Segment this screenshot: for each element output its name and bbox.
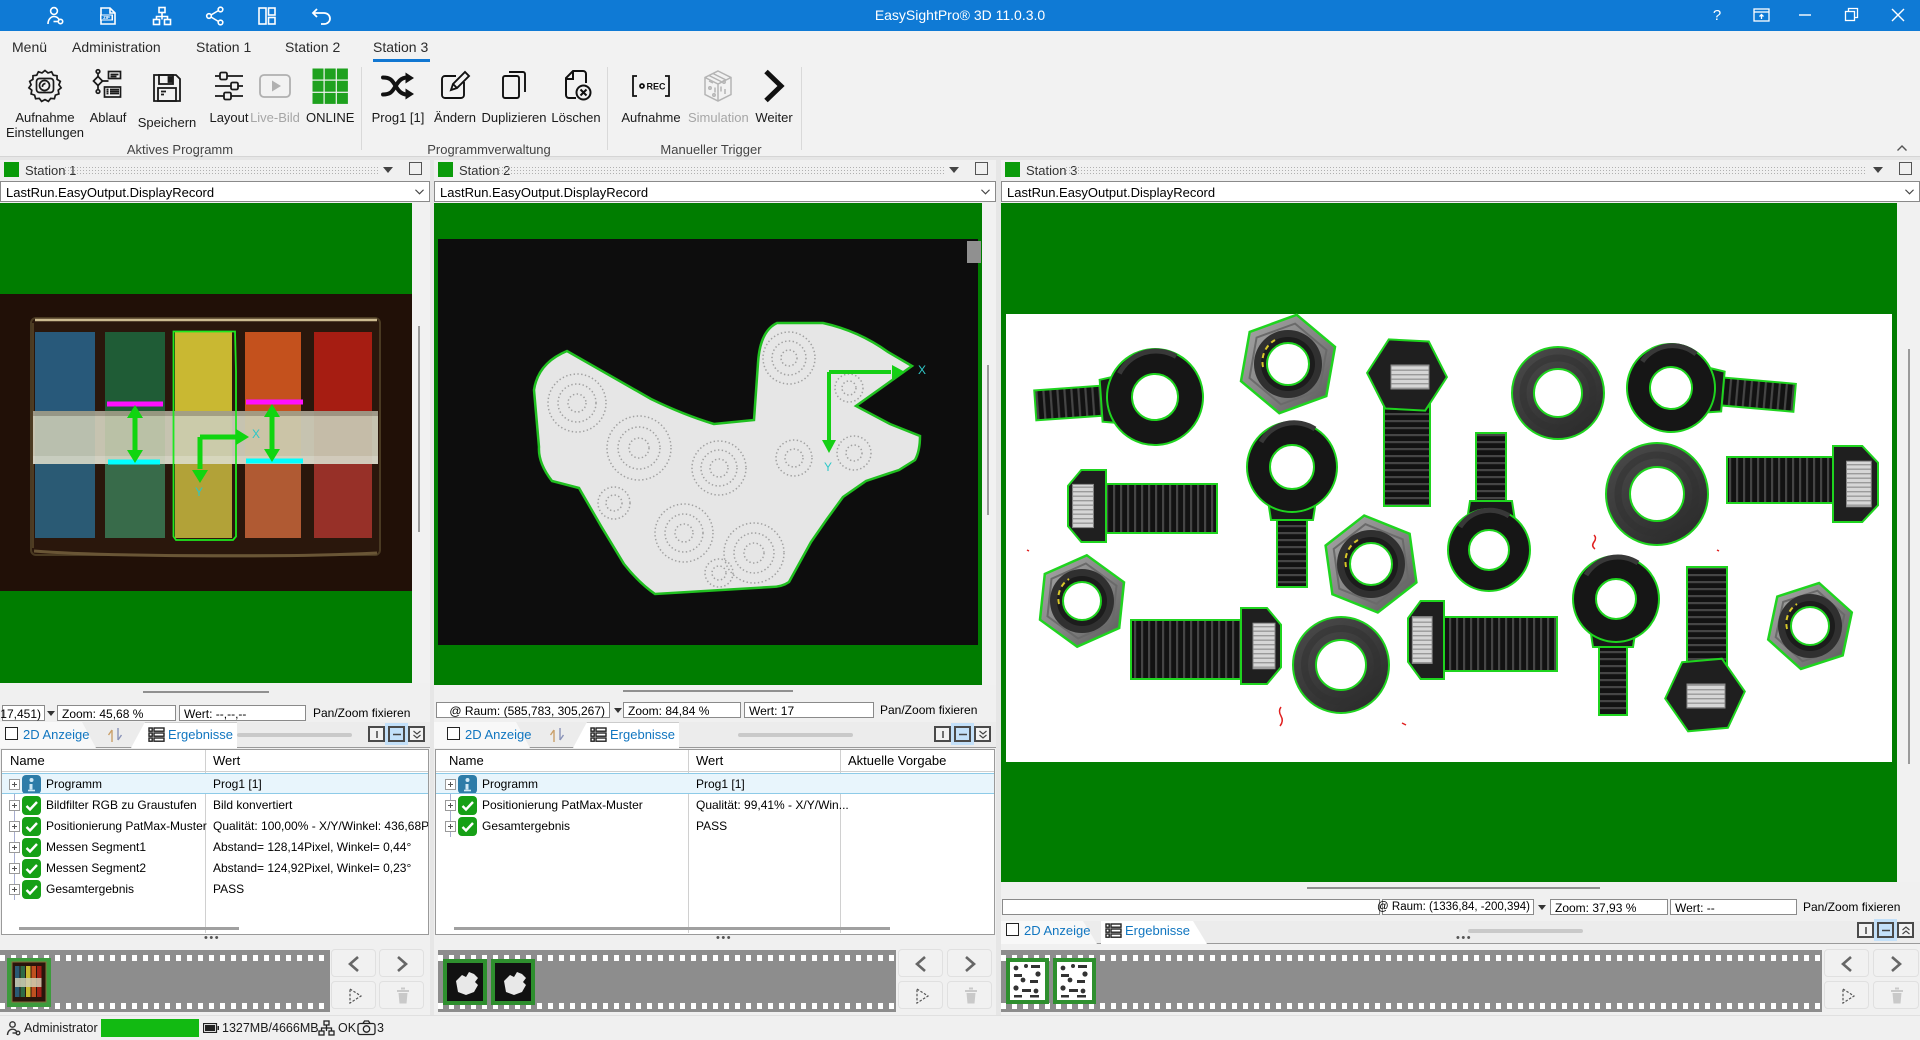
- svg-text:Y: Y: [824, 460, 832, 474]
- svg-text:Y: Y: [195, 485, 203, 499]
- svg-text:?: ?: [1713, 7, 1721, 23]
- svg-text:X: X: [252, 427, 260, 441]
- svg-text:REC: REC: [647, 82, 667, 92]
- svg-text:ZIP: ZIP: [103, 15, 110, 20]
- svg-text:X: X: [918, 363, 926, 377]
